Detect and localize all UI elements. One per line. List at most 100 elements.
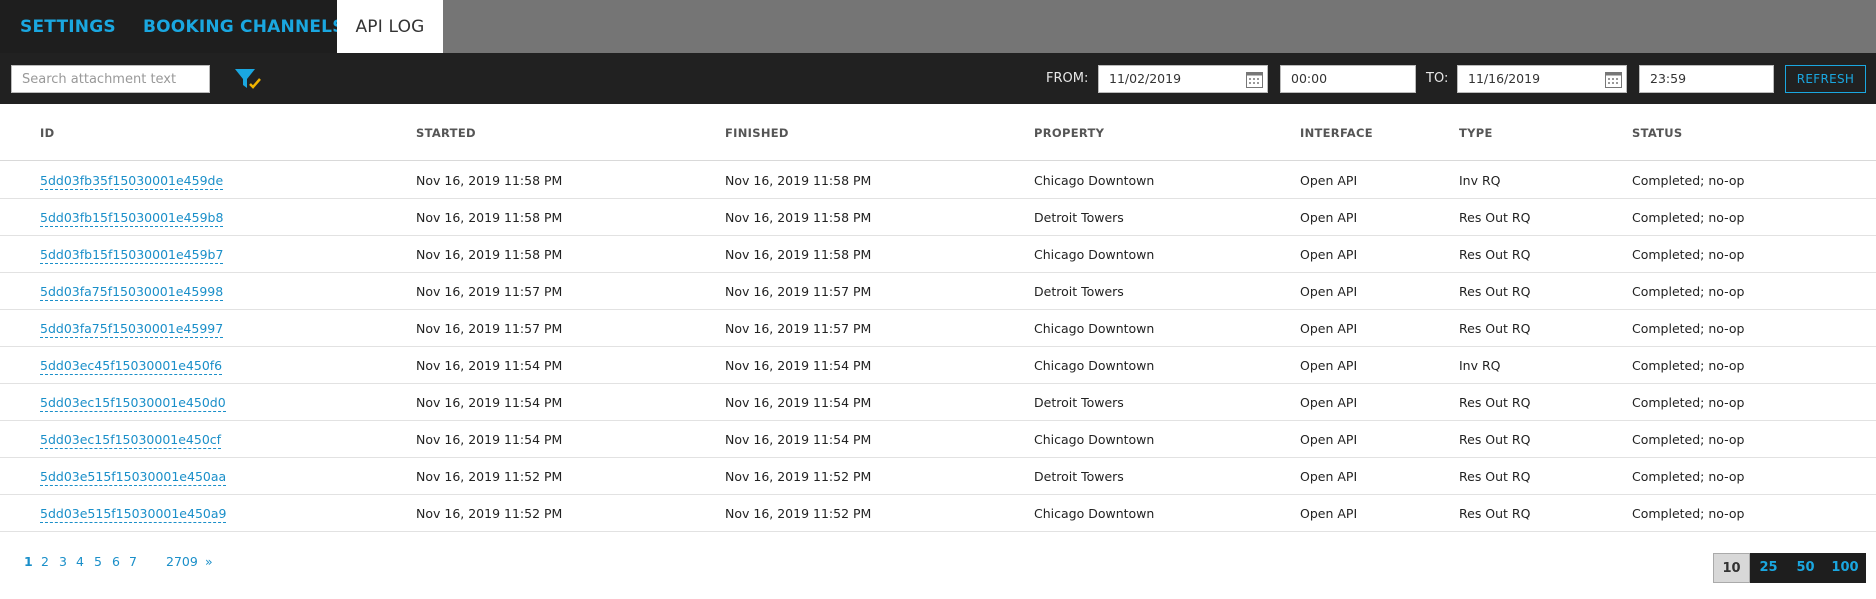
from-time-field[interactable]: 00:00 <box>1280 65 1416 93</box>
row-started: Nov 16, 2019 11:52 PM <box>416 469 563 484</box>
row-started: Nov 16, 2019 11:58 PM <box>416 210 563 225</box>
table-row[interactable]: 5dd03fb35f15030001e459de Nov 16, 2019 11:… <box>0 162 1876 199</box>
row-interface: Open API <box>1300 506 1358 521</box>
page-size-50[interactable]: 50 <box>1787 553 1824 583</box>
column-header-type[interactable]: TYPE <box>1459 104 1493 161</box>
tab-booking-channels[interactable]: BOOKING CHANNELS <box>143 0 345 53</box>
page-link-3[interactable]: 3 <box>59 554 67 569</box>
row-property: Detroit Towers <box>1034 284 1124 299</box>
row-finished: Nov 16, 2019 11:52 PM <box>725 506 872 521</box>
row-id-link[interactable]: 5dd03fb15f15030001e459b7 <box>40 248 224 264</box>
row-id-link[interactable]: 5dd03ec15f15030001e450cf <box>40 433 222 449</box>
row-type: Res Out RQ <box>1459 506 1531 521</box>
row-property: Chicago Downtown <box>1034 173 1155 188</box>
from-date-field[interactable]: 11/02/2019 <box>1098 65 1268 93</box>
row-property: Detroit Towers <box>1034 395 1124 410</box>
row-status: Completed; no-op <box>1632 284 1745 299</box>
table-row[interactable]: 5dd03ec15f15030001e450cf Nov 16, 2019 11:… <box>0 421 1876 458</box>
row-started: Nov 16, 2019 11:57 PM <box>416 284 563 299</box>
table-row[interactable]: 5dd03ec15f15030001e450d0 Nov 16, 2019 11:… <box>0 384 1876 421</box>
calendar-icon[interactable] <box>1246 71 1263 88</box>
to-date-field[interactable]: 11/16/2019 <box>1457 65 1627 93</box>
column-header-id[interactable]: ID <box>40 104 54 161</box>
row-finished: Nov 16, 2019 11:57 PM <box>725 284 872 299</box>
row-id-link[interactable]: 5dd03e515f15030001e450a9 <box>40 507 227 523</box>
page-size-100[interactable]: 100 <box>1824 553 1866 583</box>
row-type: Inv RQ <box>1459 173 1501 188</box>
refresh-button[interactable]: REFRESH <box>1785 65 1866 93</box>
row-id-link[interactable]: 5dd03ec15f15030001e450d0 <box>40 396 226 412</box>
column-header-property[interactable]: PROPERTY <box>1034 104 1104 161</box>
page-size-10[interactable]: 10 <box>1713 553 1750 583</box>
row-property: Chicago Downtown <box>1034 321 1155 336</box>
tab-settings[interactable]: SETTINGS <box>20 0 116 53</box>
page-size-25[interactable]: 25 <box>1750 553 1787 583</box>
row-type: Res Out RQ <box>1459 284 1531 299</box>
row-finished: Nov 16, 2019 11:54 PM <box>725 358 872 373</box>
row-finished: Nov 16, 2019 11:54 PM <box>725 432 872 447</box>
row-status: Completed; no-op <box>1632 395 1745 410</box>
row-interface: Open API <box>1300 358 1358 373</box>
row-started: Nov 16, 2019 11:57 PM <box>416 321 563 336</box>
row-id-link[interactable]: 5dd03ec45f15030001e450f6 <box>40 359 223 375</box>
row-status: Completed; no-op <box>1632 358 1745 373</box>
row-type: Res Out RQ <box>1459 210 1531 225</box>
row-finished: Nov 16, 2019 11:52 PM <box>725 469 872 484</box>
table-row[interactable]: 5dd03fb15f15030001e459b7 Nov 16, 2019 11:… <box>0 236 1876 273</box>
to-label: TO: <box>1426 71 1449 86</box>
row-started: Nov 16, 2019 11:54 PM <box>416 358 563 373</box>
row-status: Completed; no-op <box>1632 210 1745 225</box>
row-started: Nov 16, 2019 11:58 PM <box>416 247 563 262</box>
row-status: Completed; no-op <box>1632 173 1745 188</box>
row-id-link[interactable]: 5dd03fa75f15030001e45997 <box>40 322 224 338</box>
row-id-link[interactable]: 5dd03e515f15030001e450aa <box>40 470 227 486</box>
table-row[interactable]: 5dd03ec45f15030001e450f6 Nov 16, 2019 11:… <box>0 347 1876 384</box>
row-id-link[interactable]: 5dd03fa75f15030001e45998 <box>40 285 224 301</box>
row-type: Inv RQ <box>1459 358 1501 373</box>
row-started: Nov 16, 2019 11:54 PM <box>416 432 563 447</box>
table-row[interactable]: 5dd03fa75f15030001e45998 Nov 16, 2019 11:… <box>0 273 1876 310</box>
row-id-link[interactable]: 5dd03fb35f15030001e459de <box>40 174 224 190</box>
row-property: Chicago Downtown <box>1034 432 1155 447</box>
calendar-icon[interactable] <box>1605 71 1622 88</box>
page-link-1[interactable]: 1 <box>24 554 33 569</box>
to-time-field[interactable]: 23:59 <box>1639 65 1774 93</box>
row-interface: Open API <box>1300 247 1358 262</box>
row-status: Completed; no-op <box>1632 432 1745 447</box>
column-header-interface[interactable]: INTERFACE <box>1300 104 1373 161</box>
page-next-link[interactable]: » <box>205 554 213 569</box>
page-link-5[interactable]: 5 <box>94 554 102 569</box>
row-interface: Open API <box>1300 173 1358 188</box>
page-link-last[interactable]: 2709 <box>166 554 198 569</box>
page-link-6[interactable]: 6 <box>112 554 120 569</box>
tab-api-log[interactable]: API LOG <box>337 0 443 53</box>
column-header-started[interactable]: STARTED <box>416 104 476 161</box>
table-row[interactable]: 5dd03e515f15030001e450aa Nov 16, 2019 11:… <box>0 458 1876 495</box>
row-id-link[interactable]: 5dd03fb15f15030001e459b8 <box>40 211 224 227</box>
row-interface: Open API <box>1300 284 1358 299</box>
row-started: Nov 16, 2019 11:54 PM <box>416 395 563 410</box>
table-row[interactable]: 5dd03fb15f15030001e459b8 Nov 16, 2019 11:… <box>0 199 1876 236</box>
filter-icon[interactable] <box>233 66 263 92</box>
row-interface: Open API <box>1300 395 1358 410</box>
page-link-4[interactable]: 4 <box>76 554 84 569</box>
page-link-2[interactable]: 2 <box>41 554 49 569</box>
search-input[interactable] <box>11 65 210 93</box>
row-interface: Open API <box>1300 321 1358 336</box>
row-type: Res Out RQ <box>1459 395 1531 410</box>
to-date-value: 11/16/2019 <box>1468 71 1541 86</box>
table-row[interactable]: 5dd03e515f15030001e450a9 Nov 16, 2019 11:… <box>0 495 1876 532</box>
from-date-value: 11/02/2019 <box>1109 71 1182 86</box>
column-header-status[interactable]: STATUS <box>1632 104 1683 161</box>
row-property: Chicago Downtown <box>1034 247 1155 262</box>
row-type: Res Out RQ <box>1459 432 1531 447</box>
row-interface: Open API <box>1300 432 1358 447</box>
row-interface: Open API <box>1300 469 1358 484</box>
column-header-finished[interactable]: FINISHED <box>725 104 789 161</box>
table-header: ID STARTED FINISHED PROPERTY INTERFACE T… <box>0 104 1876 161</box>
row-interface: Open API <box>1300 210 1358 225</box>
row-type: Res Out RQ <box>1459 469 1531 484</box>
table-row[interactable]: 5dd03fa75f15030001e45997 Nov 16, 2019 11:… <box>0 310 1876 347</box>
page-link-7[interactable]: 7 <box>129 554 137 569</box>
row-finished: Nov 16, 2019 11:58 PM <box>725 173 872 188</box>
